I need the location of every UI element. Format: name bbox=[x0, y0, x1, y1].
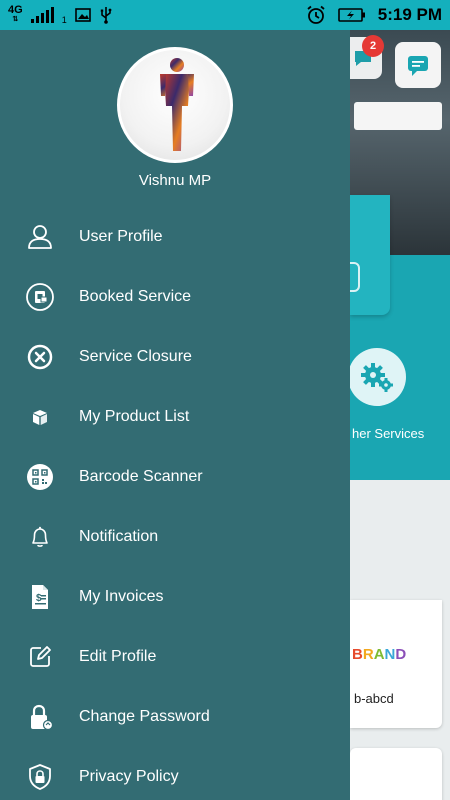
menu-item-label: Change Password bbox=[79, 708, 210, 725]
profile-photo bbox=[160, 58, 194, 151]
menu-item-notification[interactable]: Notification bbox=[0, 507, 350, 567]
menu-item-barcode-scanner[interactable]: Barcode Scanner bbox=[0, 447, 350, 507]
edit-icon bbox=[30, 646, 51, 667]
menu-item-my-invoices[interactable]: $ My Invoices bbox=[0, 567, 350, 627]
alarm-icon bbox=[307, 5, 325, 24]
menu-item-privacy-policy[interactable]: Privacy Policy bbox=[0, 747, 350, 800]
image-icon bbox=[74, 8, 91, 22]
usb-icon bbox=[100, 7, 112, 24]
message-icon bbox=[408, 56, 428, 76]
menu-item-user-profile[interactable]: User Profile bbox=[0, 207, 350, 267]
menu-item-booked-service[interactable]: Booked Service bbox=[0, 267, 350, 327]
other-services-label: her Services bbox=[352, 426, 425, 441]
invoice-icon: $ bbox=[32, 585, 48, 609]
status-bar: 4G ⇅ 1 5:19 PM bbox=[0, 0, 450, 30]
menu-item-label: Privacy Policy bbox=[79, 768, 179, 785]
bell-icon bbox=[32, 526, 48, 547]
menu-item-label: User Profile bbox=[79, 228, 163, 245]
product-card-2[interactable] bbox=[350, 748, 442, 800]
menu-item-label: Service Closure bbox=[79, 348, 192, 365]
menu-item-label: My Product List bbox=[79, 408, 190, 425]
menu-item-label: Barcode Scanner bbox=[79, 468, 203, 485]
notification-badge: 2 bbox=[362, 35, 384, 57]
network-type: 4G bbox=[8, 4, 23, 16]
user-name: Vishnu MP bbox=[138, 172, 212, 189]
sim-slot: 1 bbox=[61, 15, 67, 25]
menu-item-edit-profile[interactable]: Edit Profile bbox=[0, 627, 350, 687]
menu-item-label: Edit Profile bbox=[79, 648, 157, 665]
menu-item-change-password[interactable]: Change Password bbox=[0, 687, 350, 747]
navigation-drawer: Vishnu MP User Profile Booked Service Se… bbox=[0, 30, 350, 800]
message-button[interactable] bbox=[395, 42, 441, 88]
booked-service-icon bbox=[26, 283, 54, 311]
avatar[interactable] bbox=[117, 47, 233, 163]
gear-icon bbox=[361, 363, 393, 392]
other-services-button[interactable] bbox=[350, 348, 406, 406]
menu-item-my-product-list[interactable]: My Product List bbox=[0, 387, 350, 447]
network-indicator: 4G ⇅ bbox=[8, 4, 23, 24]
shield-lock-icon bbox=[29, 764, 51, 790]
clock: 5:19 PM bbox=[377, 5, 442, 24]
battery-icon bbox=[337, 8, 365, 22]
menu-item-label: My Invoices bbox=[79, 588, 164, 605]
product-name: b-abcd bbox=[354, 691, 394, 706]
banner-image-detail bbox=[354, 102, 442, 130]
lock-icon bbox=[31, 704, 54, 731]
signal-icon bbox=[30, 7, 54, 23]
qr-code-icon bbox=[27, 464, 53, 490]
brand-logo: BRAND bbox=[352, 646, 407, 663]
card-button[interactable] bbox=[350, 262, 360, 292]
user-icon bbox=[28, 225, 52, 249]
drawer-menu: User Profile Booked Service Service Clos… bbox=[0, 207, 350, 800]
box-icon bbox=[33, 410, 47, 425]
background-app: 2 her Services BRAND b-abcd bbox=[350, 30, 450, 800]
search-card bbox=[350, 195, 390, 315]
product-card[interactable] bbox=[350, 600, 442, 728]
menu-item-label: Booked Service bbox=[79, 288, 192, 305]
close-circle-icon bbox=[27, 344, 53, 370]
menu-item-label: Notification bbox=[79, 528, 159, 545]
menu-item-service-closure[interactable]: Service Closure bbox=[0, 327, 350, 387]
